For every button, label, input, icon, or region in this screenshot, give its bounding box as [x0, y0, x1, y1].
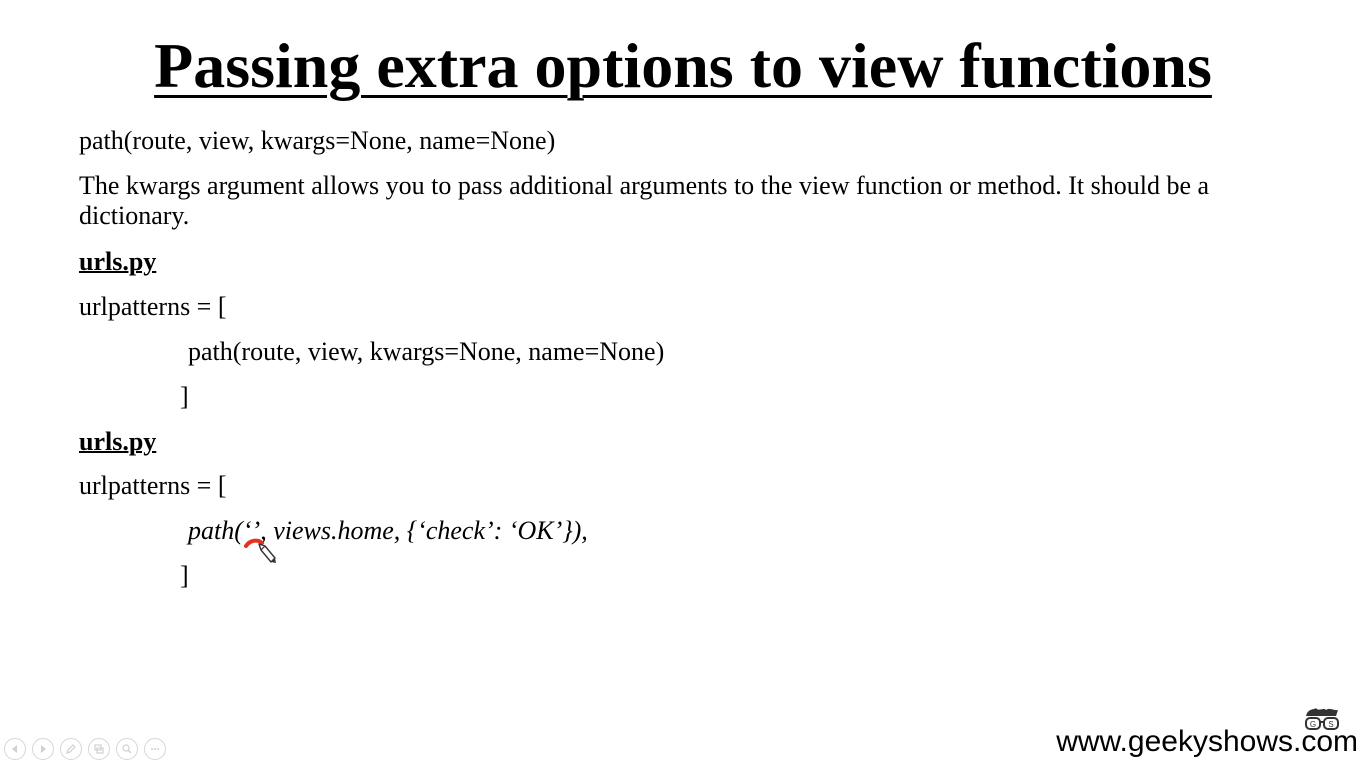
- more-button[interactable]: [144, 738, 166, 760]
- example1-heading-text: urls.py: [79, 247, 157, 276]
- example1-open: urlpatterns = [: [79, 292, 227, 321]
- path-signature: path(route, view, kwargs=None, name=None…: [79, 126, 556, 155]
- slides-icon: [94, 744, 104, 754]
- slide-title: Passing extra options to view functions: [154, 30, 1212, 101]
- pen-cursor-icon: [258, 543, 276, 563]
- zoom-button[interactable]: [116, 738, 138, 760]
- previous-icon: [12, 745, 17, 753]
- slideshow-controls: [4, 738, 166, 760]
- slide: Passing extra options to view functions …: [0, 0, 1366, 768]
- example2-open: urlpatterns = [: [79, 471, 227, 500]
- example2-heading-text: urls.py: [79, 427, 157, 456]
- previous-button[interactable]: [4, 738, 26, 760]
- example1-heading: urls.py: [79, 247, 156, 277]
- more-icon: [151, 748, 159, 750]
- kwargs-description: The kwargs argument allows you to pass a…: [79, 171, 1210, 230]
- slides-button[interactable]: [88, 738, 110, 760]
- zoom-icon: [122, 744, 132, 754]
- website-url: www.geekyshows.com: [1056, 725, 1358, 758]
- next-icon: [41, 745, 46, 753]
- example2-close: ]: [180, 561, 189, 590]
- pen-icon: [66, 744, 76, 754]
- example1-body: path(route, view, kwargs=None, name=None…: [188, 337, 665, 366]
- pen-button[interactable]: [60, 738, 82, 760]
- next-button[interactable]: [32, 738, 54, 760]
- example1-close: ]: [180, 382, 189, 411]
- example2-heading: urls.py: [79, 427, 156, 457]
